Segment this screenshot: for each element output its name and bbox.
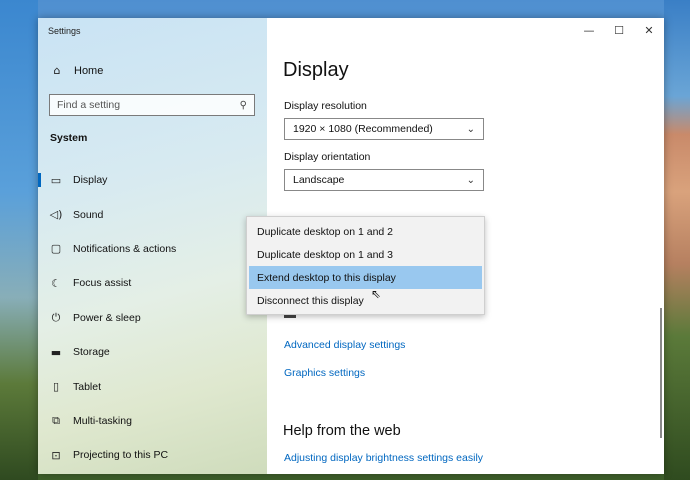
orientation-select[interactable]: Landscape ⌄ [284, 169, 484, 191]
sidebar-item-label: Multi-tasking [73, 414, 132, 427]
tablet-icon: ▯ [52, 380, 60, 394]
search-icon: ⚲ [239, 99, 247, 111]
help-section-title: Help from the web [283, 423, 401, 439]
sidebar-item-label: Sound [73, 208, 104, 221]
sidebar: Settings ⌂ Home Find a setting ⚲ System … [38, 18, 267, 474]
home-icon: ⌂ [53, 64, 61, 77]
orientation-label: Display orientation [284, 151, 371, 163]
desktop-wallpaper-right [664, 0, 690, 480]
resolution-label: Display resolution [284, 100, 367, 112]
search-input[interactable]: Find a setting ⚲ [49, 94, 255, 116]
sidebar-item-notifications[interactable]: ▢ Notifications & actions [38, 232, 267, 266]
sidebar-item-power-sleep[interactable]: ⏻ Power & sleep [38, 301, 267, 335]
scrollbar[interactable] [660, 308, 662, 438]
chevron-down-icon: ⌄ [466, 174, 475, 186]
storage-icon: ▬ [50, 345, 62, 359]
dropdown-option-duplicate-1-2[interactable]: Duplicate desktop on 1 and 2 [249, 220, 482, 243]
sidebar-item-label: Focus assist [73, 277, 132, 290]
search-placeholder: Find a setting [57, 99, 121, 111]
sidebar-item-label: Display [73, 174, 108, 187]
moon-icon: ☾ [51, 276, 61, 290]
projector-icon: ⊡ [51, 448, 61, 462]
desktop-wallpaper-left [0, 0, 38, 480]
multiple-displays-dropdown: Duplicate desktop on 1 and 2 Duplicate d… [246, 216, 485, 315]
resolution-value: 1920 × 1080 (Recommended) [293, 123, 433, 135]
power-icon: ⏻ [51, 310, 61, 324]
sidebar-item-display[interactable]: ▭ Display [38, 163, 267, 197]
section-title: System [50, 132, 88, 144]
multitasking-icon: ⧉ [52, 413, 60, 427]
sidebar-item-label: Tablet [73, 380, 102, 393]
dropdown-option-extend[interactable]: Extend desktop to this display [249, 266, 482, 289]
notification-icon: ▢ [50, 242, 62, 256]
page-title: Display [283, 59, 349, 81]
window-title: Settings [48, 26, 81, 36]
sidebar-item-label: Projecting to this PC [73, 449, 169, 462]
sidebar-item-sound[interactable]: ◁) Sound [38, 197, 267, 231]
advanced-display-settings-link[interactable]: Advanced display settings [284, 339, 405, 351]
speaker-icon: ◁) [49, 208, 63, 222]
sidebar-item-focus-assist[interactable]: ☾ Focus assist [38, 266, 267, 300]
sidebar-item-label: Storage [73, 346, 110, 359]
home-nav-item[interactable]: ⌂ Home [50, 64, 104, 77]
dropdown-option-duplicate-1-3[interactable]: Duplicate desktop on 1 and 3 [249, 243, 482, 266]
sidebar-item-multitasking[interactable]: ⧉ Multi-tasking [38, 404, 267, 438]
close-button[interactable]: ✕ [634, 18, 664, 42]
dropdown-option-disconnect[interactable]: Disconnect this display [249, 289, 482, 312]
sidebar-item-label: Notifications & actions [73, 242, 177, 255]
mouse-cursor-icon: ⇖ [371, 287, 382, 301]
window-controls: — ☐ ✕ [574, 18, 664, 42]
orientation-value: Landscape [293, 174, 345, 186]
sidebar-item-storage[interactable]: ▬ Storage [38, 335, 267, 369]
minimize-button[interactable]: — [574, 18, 604, 42]
home-label: Home [74, 64, 104, 77]
sidebar-item-tablet[interactable]: ▯ Tablet [38, 369, 267, 403]
sidebar-nav-list: ▭ Display ◁) Sound ▢ Notifications & act… [38, 163, 267, 473]
monitor-icon: ▭ [50, 173, 62, 187]
sidebar-item-projecting[interactable]: ⊡ Projecting to this PC [38, 438, 267, 472]
help-brightness-link[interactable]: Adjusting display brightness settings ea… [284, 452, 483, 464]
chevron-down-icon: ⌄ [466, 123, 475, 135]
graphics-settings-link[interactable]: Graphics settings [284, 367, 365, 379]
sidebar-item-label: Power & sleep [73, 311, 141, 324]
maximize-button[interactable]: ☐ [604, 18, 634, 42]
resolution-select[interactable]: 1920 × 1080 (Recommended) ⌄ [284, 118, 484, 140]
